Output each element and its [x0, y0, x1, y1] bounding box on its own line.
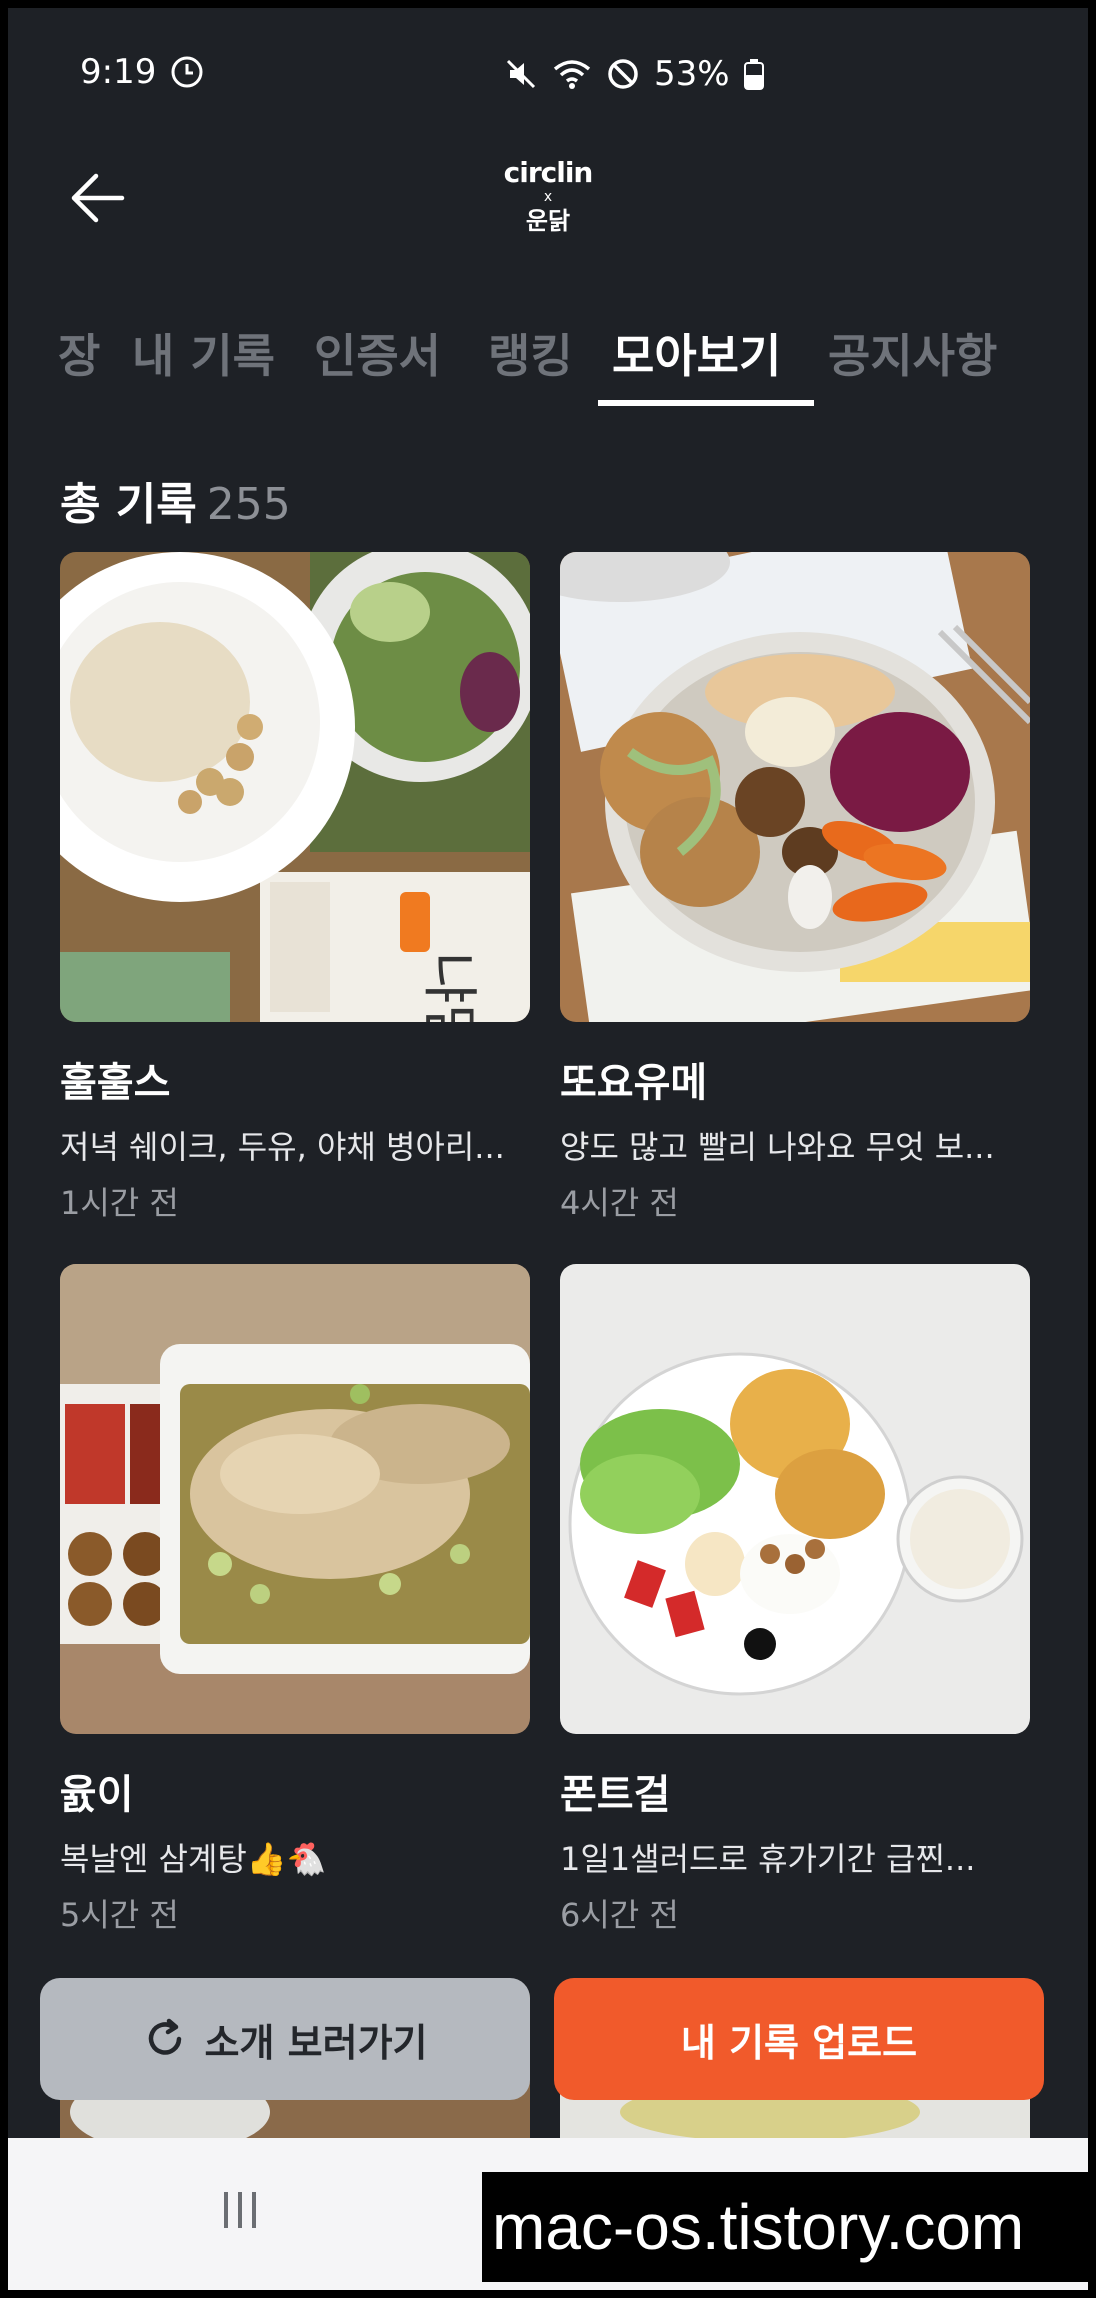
svg-text:냐밈: 냐밈	[416, 952, 481, 1022]
wifi-icon	[553, 60, 591, 89]
logo-x: x	[543, 189, 553, 205]
record-description: 양도 많고 빨리 나와요 무엇 보...	[560, 1128, 995, 1166]
brand-logo: circlin x 운닭	[498, 158, 598, 248]
upload-record-label: 내 기록 업로드	[680, 2020, 918, 2065]
logo-partner: 운닭	[525, 207, 571, 235]
logo-circlin: circlin	[503, 156, 594, 189]
tab-bar: 장 내 기록 인증서 랭킹 모아보기 공지사항	[8, 308, 1088, 418]
record-author: 폰트걸	[560, 1772, 671, 1818]
record-photo[interactable]	[60, 1264, 530, 1734]
tab-ranking[interactable]: 랭킹	[488, 320, 573, 386]
battery-percent: 53%	[654, 54, 730, 94]
record-time: 6시간 전	[560, 1896, 679, 1934]
record-description: 복날엔 삼계탕👍🐔	[60, 1840, 327, 1878]
record-photo[interactable]	[560, 552, 1030, 1022]
record-photo[interactable]	[560, 1264, 1030, 1734]
tab-collection[interactable]: 모아보기	[612, 320, 781, 386]
status-bar: 9:19 53%	[8, 8, 1088, 132]
back-to-intro-button[interactable]: 소개 보러가기	[40, 1978, 530, 2100]
back-to-intro-label: 소개 보러가기	[204, 2020, 428, 2065]
record-time: 1시간 전	[60, 1184, 179, 1222]
total-count: 255	[206, 479, 291, 530]
app-screen: 9:19 53% circlin x 운닭 장 내 기록 인증서 랭킹 모아보기…	[8, 8, 1088, 2290]
refresh-icon	[148, 2018, 181, 2055]
record-description: 저녁 쉐이크, 두유, 야채 병아리...	[60, 1128, 505, 1166]
watermark: mac-os.tistory.com	[482, 2172, 1092, 2282]
record-author: 훌훌스	[60, 1060, 171, 1106]
tab-partial[interactable]: 장	[58, 320, 100, 386]
record-time: 4시간 전	[560, 1184, 679, 1222]
active-tab-indicator	[598, 400, 814, 406]
recent-apps-icon[interactable]	[218, 2188, 262, 2232]
tab-certificate[interactable]: 인증서	[314, 320, 441, 386]
status-icons: 53%	[504, 54, 764, 94]
record-time: 5시간 전	[60, 1896, 179, 1934]
record-card[interactable]: 냐밈 훌훌스 저녁 쉐이크, 두유, 야채 병아리... 1시간 전	[60, 552, 530, 1224]
battery-icon	[743, 59, 764, 90]
alarm-clock-icon	[171, 56, 203, 88]
record-author: 윬이	[60, 1772, 134, 1818]
record-card[interactable]: 윬이 복날엔 삼계탕👍🐔 5시간 전	[60, 1264, 530, 1936]
mute-icon	[506, 59, 536, 89]
record-card[interactable]: 또요유메 양도 많고 빨리 나와요 무엇 보... 4시간 전	[560, 552, 1030, 1224]
tab-notices[interactable]: 공지사항	[828, 320, 997, 386]
upload-record-button[interactable]: 내 기록 업로드	[554, 1978, 1044, 2100]
back-arrow-icon[interactable]	[66, 168, 126, 228]
do-not-disturb-icon	[608, 59, 638, 89]
record-card[interactable]: 폰트걸 1일1샐러드로 휴가기간 급찐... 6시간 전	[560, 1264, 1030, 1936]
total-records: 총 기록 255	[60, 468, 291, 532]
record-photo[interactable]: 냐밈	[60, 552, 530, 1022]
record-description: 1일1샐러드로 휴가기간 급찐...	[560, 1840, 976, 1878]
tab-my-records[interactable]: 내 기록	[132, 320, 275, 386]
status-time: 9:19	[80, 52, 157, 92]
total-label: 총 기록	[60, 479, 197, 530]
record-author: 또요유메	[560, 1060, 708, 1106]
